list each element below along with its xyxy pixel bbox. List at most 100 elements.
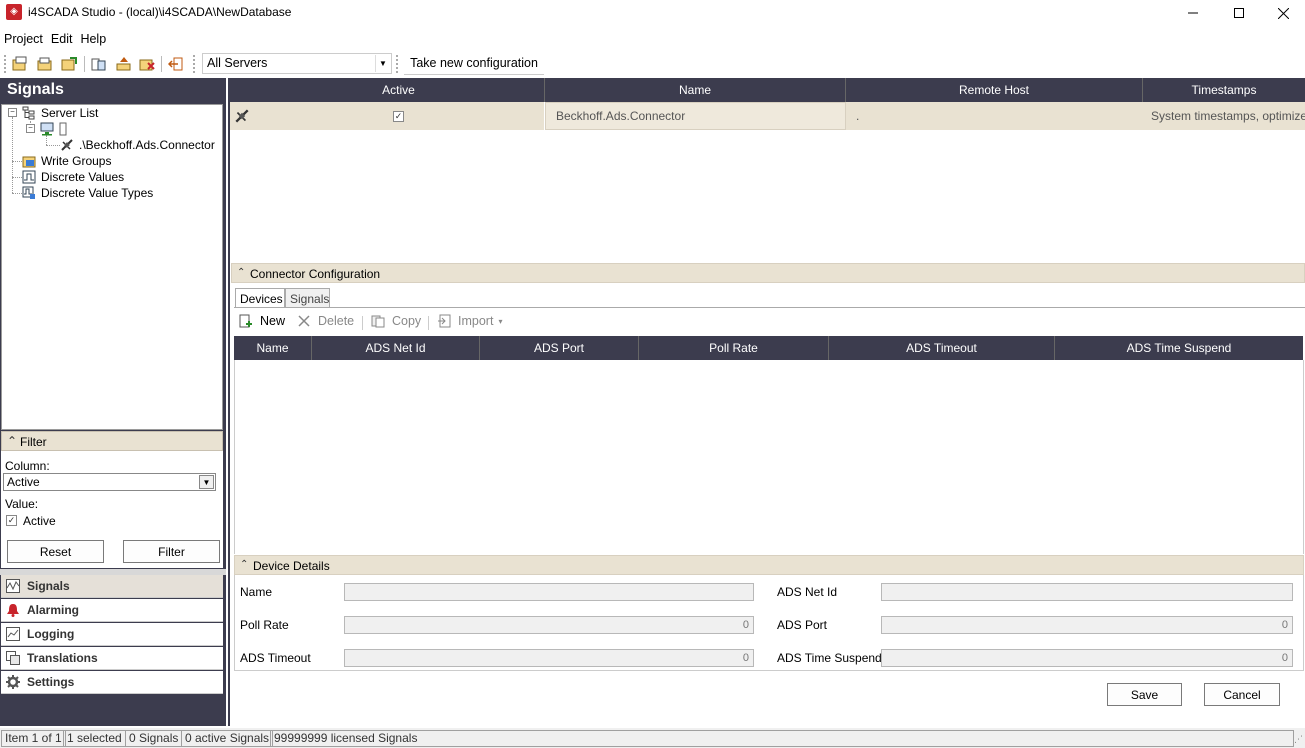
delete-label: Delete bbox=[318, 314, 355, 328]
toolbar-grip bbox=[4, 55, 7, 73]
gear-icon bbox=[5, 674, 21, 690]
collapse-icon: ⌃ bbox=[237, 267, 246, 278]
copy-device-button[interactable]: Copy bbox=[370, 313, 421, 329]
open-project-icon[interactable] bbox=[37, 56, 53, 72]
ads-timeout-label: ADS Timeout bbox=[240, 651, 311, 665]
ads-time-suspend-field[interactable]: 0 bbox=[881, 649, 1293, 667]
tree-item-connector[interactable]: .\Beckhoff.Ads.Connector bbox=[60, 137, 215, 153]
take-new-configuration-button[interactable]: Take new configuration bbox=[404, 53, 544, 75]
filter-button[interactable]: Filter bbox=[123, 540, 220, 563]
chevron-down-icon[interactable]: ▼ bbox=[199, 475, 214, 489]
tab-devices[interactable]: Devices bbox=[235, 288, 285, 308]
signals-tree: − Server List − .\Beckhoff.Ads.Connector… bbox=[1, 104, 223, 430]
tree-item-discrete-values[interactable]: Discrete Values bbox=[22, 169, 124, 185]
connector-plug-icon bbox=[61, 139, 73, 151]
exit-icon[interactable] bbox=[168, 56, 184, 72]
filter-section-header[interactable]: ⌃ Filter bbox=[1, 431, 223, 451]
server-select[interactable]: All Servers ▼ bbox=[202, 53, 392, 74]
ads-net-id-field[interactable] bbox=[881, 583, 1293, 601]
import-project-icon[interactable] bbox=[61, 56, 77, 72]
active-checkbox[interactable]: ✓ bbox=[6, 515, 17, 526]
nav-item-logging[interactable]: Logging bbox=[1, 623, 223, 646]
save-button[interactable]: Save bbox=[1107, 683, 1182, 706]
column-header-ads-port[interactable]: ADS Port bbox=[480, 336, 639, 360]
device-details-header[interactable]: ⌃ Device Details bbox=[234, 555, 1304, 575]
column-header-ads-timeout[interactable]: ADS Timeout bbox=[829, 336, 1055, 360]
column-select[interactable]: Active ▼ bbox=[3, 473, 216, 491]
column-header-remote-host[interactable]: Remote Host bbox=[846, 78, 1143, 102]
minimize-button-icon[interactable] bbox=[1170, 0, 1216, 26]
bell-icon bbox=[5, 602, 21, 618]
tree-label-write-groups: Write Groups bbox=[41, 154, 112, 168]
column-select-value: Active bbox=[7, 475, 40, 489]
expand-server-list[interactable]: − bbox=[8, 108, 17, 117]
nav-label-settings: Settings bbox=[27, 675, 75, 689]
poll-rate-field[interactable]: 0 bbox=[344, 616, 754, 634]
cancel-button[interactable]: Cancel bbox=[1204, 683, 1280, 706]
tree-label-discrete-value-types: Discrete Value Types bbox=[41, 186, 154, 200]
computer-icon bbox=[40, 122, 54, 136]
main-toolbar bbox=[0, 51, 1305, 77]
ads-port-field[interactable]: 0 bbox=[881, 616, 1293, 634]
column-header-ads-net-id[interactable]: ADS Net Id bbox=[312, 336, 480, 360]
column-header-active[interactable]: Active bbox=[253, 78, 545, 102]
row-remote-host[interactable]: . bbox=[846, 102, 1143, 130]
close-button[interactable] bbox=[1262, 0, 1305, 26]
nav-item-settings[interactable]: Settings bbox=[1, 671, 223, 694]
delete-project-icon[interactable] bbox=[139, 56, 155, 72]
ads-port-label: ADS Port bbox=[777, 618, 828, 632]
row-active-checkbox[interactable]: ✓ bbox=[393, 110, 404, 122]
row-timestamps[interactable]: System timestamps, optimize bbox=[1143, 102, 1305, 130]
active-checkbox-label: Active bbox=[23, 514, 56, 528]
copy-database-icon[interactable] bbox=[91, 56, 107, 72]
column-header-ads-time-suspend[interactable]: ADS Time Suspend bbox=[1055, 336, 1303, 360]
connector-configuration-header[interactable]: ⌃ Connector Configuration bbox=[231, 263, 1305, 283]
expand-local-server[interactable]: − bbox=[26, 124, 35, 133]
nav-label-alarming: Alarming bbox=[27, 603, 80, 617]
tree-item-write-groups[interactable]: Write Groups bbox=[22, 153, 111, 169]
chevron-down-icon[interactable]: ▼ bbox=[375, 55, 390, 72]
tree-label-discrete-values: Discrete Values bbox=[41, 170, 125, 184]
maximize-button[interactable] bbox=[1216, 0, 1262, 26]
column-label: Column: bbox=[5, 459, 50, 473]
new-device-button[interactable]: New bbox=[238, 313, 285, 329]
panel-title: Signals bbox=[7, 81, 64, 98]
device-name-field[interactable] bbox=[344, 583, 754, 601]
reset-button[interactable]: Reset bbox=[7, 540, 104, 563]
import-label: Import bbox=[458, 314, 494, 328]
delete-device-button[interactable]: Delete bbox=[296, 313, 354, 329]
server-select-value: All Servers bbox=[207, 56, 268, 70]
status-signals: 0 Signals bbox=[125, 730, 183, 747]
device-details-title: Device Details bbox=[253, 559, 330, 573]
tree-icon bbox=[22, 106, 35, 120]
menu-help[interactable]: Help bbox=[76, 28, 110, 50]
collapse-icon: ⌃ bbox=[7, 434, 18, 448]
column-header-poll-rate[interactable]: Poll Rate bbox=[639, 336, 829, 360]
column-header-timestamps[interactable]: Timestamps bbox=[1143, 78, 1305, 102]
tab-signals[interactable]: Signals bbox=[285, 288, 330, 308]
nav-label-signals: Signals bbox=[27, 579, 70, 593]
import-device-button[interactable]: Import ▾ bbox=[436, 313, 502, 329]
row-name[interactable]: Beckhoff.Ads.Connector bbox=[545, 102, 846, 130]
tree-item-discrete-value-types[interactable]: Discrete Value Types bbox=[22, 185, 153, 201]
column-header-name[interactable]: Name bbox=[545, 78, 846, 102]
column-header-device-name[interactable]: Name bbox=[234, 336, 312, 360]
table-row[interactable]: ✓ Beckhoff.Ads.Connector . System timest… bbox=[230, 102, 1305, 130]
resize-grip-icon[interactable]: ⋰ bbox=[1294, 734, 1303, 745]
ads-timeout-field[interactable]: 0 bbox=[344, 649, 754, 667]
nav-item-alarming[interactable]: Alarming bbox=[1, 599, 223, 622]
tree-item-local-server[interactable] bbox=[40, 121, 72, 137]
discrete-value-types-icon bbox=[22, 186, 35, 199]
menu-edit[interactable]: Edit bbox=[47, 28, 77, 50]
devices-toolbar: New Delete Copy Import ▾ bbox=[234, 309, 1305, 335]
devices-grid-body[interactable] bbox=[234, 360, 1304, 554]
discrete-values-icon bbox=[22, 170, 36, 184]
nav-item-translations[interactable]: Translations bbox=[1, 647, 223, 670]
nav-item-signals[interactable]: Signals bbox=[1, 575, 223, 598]
logging-icon bbox=[5, 626, 21, 642]
collapse-icon: ⌃ bbox=[240, 559, 249, 570]
menu-project[interactable]: Project bbox=[0, 28, 47, 50]
new-project-icon[interactable] bbox=[12, 56, 28, 72]
tree-item-server-list[interactable]: Server List bbox=[22, 105, 98, 121]
upload-icon[interactable] bbox=[116, 56, 132, 72]
